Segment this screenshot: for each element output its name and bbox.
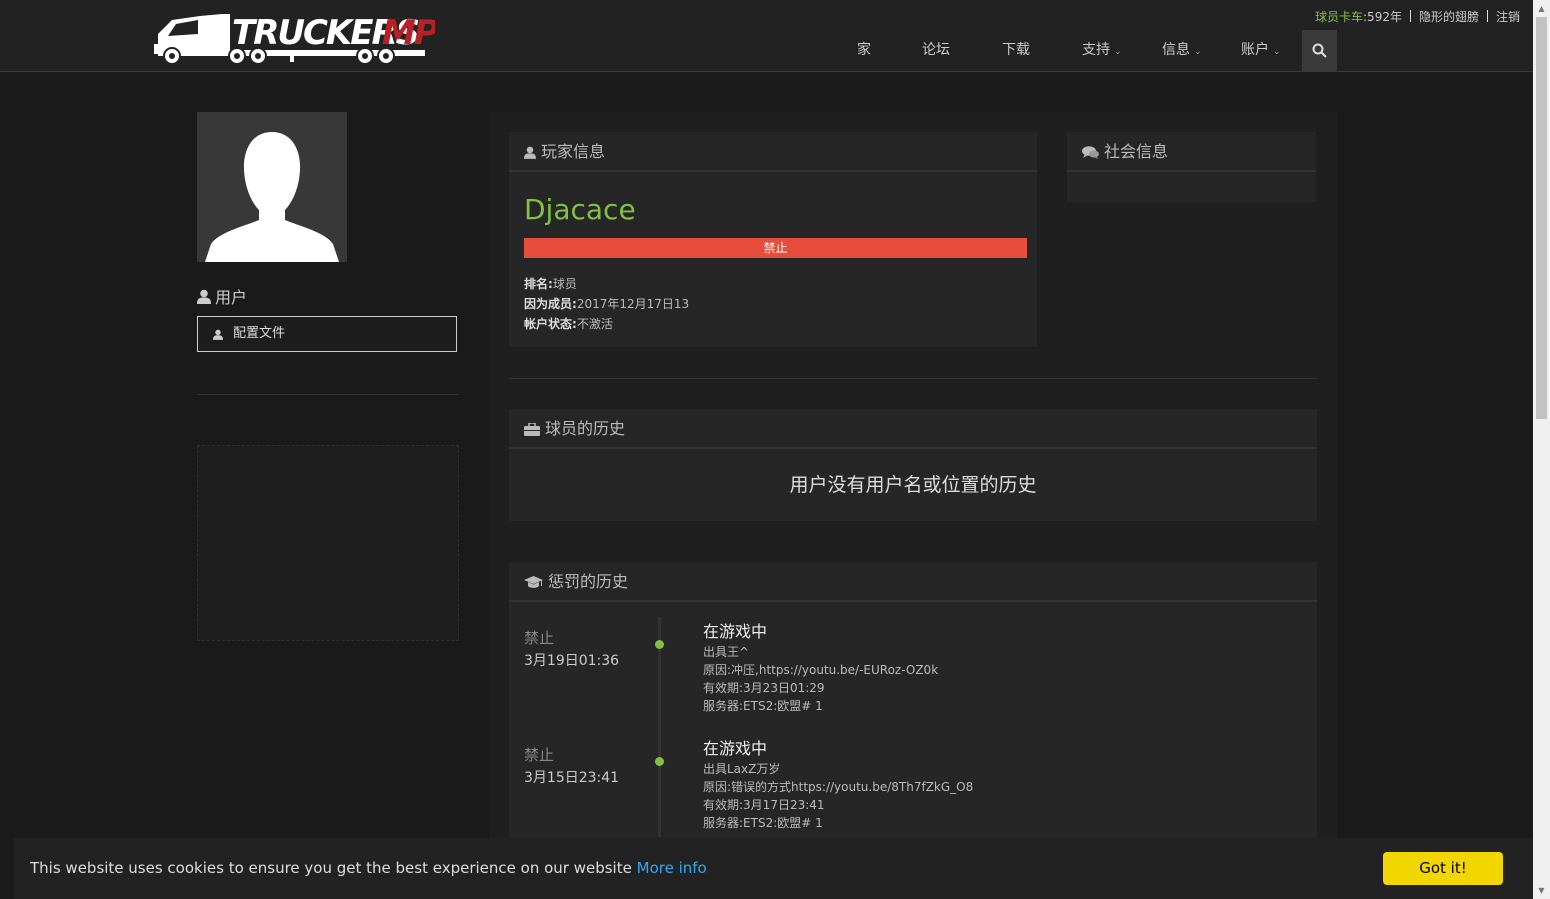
punishment-server: 服务器:ETS2:欧盟# 1 [703, 816, 823, 830]
punishment-history-heading: 惩罚的历史 [509, 562, 1317, 602]
divider [1409, 10, 1411, 22]
chevron-down-icon: ⌄ [1273, 47, 1281, 57]
punishment-reason: 原因:冲压,https://youtu.be/-EURoz-OZ0k [703, 663, 939, 677]
cookie-message-text: This website uses cookies to ensure you … [30, 859, 632, 877]
punishment-history-heading-text: 惩罚的历史 [548, 572, 629, 591]
user-icon [197, 289, 211, 304]
nav-download-label: 下载 [1002, 42, 1030, 58]
punishment-title: 在游戏中 [703, 622, 768, 641]
member-since-value: 2017年12月17日13 [576, 297, 690, 311]
username-link[interactable]: 隐形的翅膀 [1419, 10, 1479, 24]
punishment-server: 服务器:ETS2:欧盟# 1 [703, 699, 823, 713]
nav-home-label: 家 [857, 42, 871, 58]
punishment-reason: 原因:错误的方式https://youtu.be/8Th7fZkG_O8 [703, 780, 974, 794]
status-badge: 禁止 [524, 238, 1027, 258]
nav-info-label: 信息 [1162, 42, 1190, 58]
user-icon [524, 146, 536, 159]
top-links: 球员卡车:592年 隐形的翅膀 注销 [1315, 8, 1520, 25]
social-info-panel: 社会信息 [1067, 132, 1316, 202]
logout-link[interactable]: 注销 [1496, 10, 1520, 24]
player-name: Djacace [524, 193, 636, 226]
member-since-label: 因为成员: [524, 297, 577, 311]
rank-value: 球员 [552, 277, 577, 291]
search-icon [1312, 43, 1327, 58]
user-icon [213, 329, 223, 340]
sidebar-user-heading-text: 用户 [215, 288, 248, 307]
nav-support-label: 支持 [1082, 42, 1110, 58]
nav-forum[interactable]: 论坛 [922, 38, 950, 62]
member-since-row: 因为成员:2017年12月17日13 [524, 295, 689, 312]
punishment-title: 在游戏中 [703, 739, 768, 758]
timeline-dot [655, 640, 664, 649]
scroll-up-arrow[interactable]: ▲ [1533, 0, 1550, 17]
divider [1486, 10, 1488, 22]
divider [509, 378, 1317, 379]
player-history-empty-message: 用户没有用户名或位置的历史 [789, 474, 1037, 496]
profile-button-label: 配置文件 [233, 326, 286, 341]
rank-row: 排名:球员 [524, 275, 577, 292]
player-info-heading-text: 玩家信息 [541, 142, 606, 161]
player-history-panel: 球员的历史 [509, 409, 1317, 521]
punishment-date: 3月19日01:36 [524, 653, 620, 669]
social-info-heading-text: 社会信息 [1104, 142, 1169, 161]
account-status-label: 帐户状态: [524, 317, 577, 331]
accept-cookies-button[interactable]: Got it! [1383, 852, 1503, 885]
rank-label: 排名: [524, 277, 553, 291]
social-info-heading: 社会信息 [1067, 132, 1316, 172]
player-history-heading: 球员的历史 [509, 409, 1317, 449]
comments-icon [1082, 146, 1099, 159]
chevron-down-icon: ⌄ [1194, 47, 1202, 57]
punishment-date: 3月15日23:41 [524, 770, 620, 786]
nav-home[interactable]: 家 [857, 38, 871, 62]
sidebar-user-heading: 用户 [197, 284, 247, 308]
divider [197, 394, 459, 395]
players-online-count: :592年 [1363, 10, 1402, 24]
cookie-message: This website uses cookies to ensure you … [30, 859, 707, 877]
player-info-heading: 玩家信息 [509, 132, 1037, 172]
svg-text:MP: MP [382, 13, 435, 53]
punishment-expires: 有效期:3月17日23:41 [703, 798, 825, 812]
account-status-row: 帐户状态:不激活 [524, 315, 613, 332]
truckersmp-logo[interactable]: TRUCKERS MP [150, 4, 441, 66]
more-info-link[interactable]: More info [637, 859, 707, 877]
punishment-type: 禁止 [524, 746, 555, 764]
players-online-label[interactable]: 球员卡车 [1315, 10, 1363, 24]
graduation-cap-icon [524, 576, 543, 588]
timeline-line [658, 617, 661, 837]
scroll-down-arrow[interactable]: ▼ [1533, 882, 1550, 899]
punishment-issued-by: 出具LaxZ万岁 [703, 762, 781, 776]
avatar [197, 112, 347, 262]
punishment-issued-by: 出具王^ [703, 645, 750, 659]
default-user-silhouette-icon [205, 132, 339, 262]
scrollbar-thumb[interactable] [1536, 17, 1547, 419]
timeline-dot [655, 757, 664, 766]
nav-download[interactable]: 下载 [1002, 38, 1030, 62]
search-button[interactable] [1302, 30, 1337, 71]
ad-placeholder [197, 445, 459, 641]
player-history-heading-text: 球员的历史 [545, 419, 626, 438]
punishment-expires: 有效期:3月23日01:29 [703, 681, 825, 695]
truck-logo-icon: TRUCKERS MP [154, 13, 441, 65]
chevron-down-icon: ⌄ [1114, 47, 1122, 57]
account-status-value: 不激活 [576, 317, 613, 331]
profile-button[interactable]: 配置文件 [197, 316, 457, 352]
nav-info[interactable]: 信息 ⌄ [1162, 38, 1202, 62]
nav-support[interactable]: 支持 ⌄ [1082, 38, 1122, 62]
nav-forum-label: 论坛 [922, 42, 950, 58]
briefcase-icon [524, 422, 540, 436]
nav-account-label: 账户 [1241, 42, 1269, 58]
punishment-type: 禁止 [524, 629, 555, 647]
nav-account[interactable]: 账户 ⌄ [1241, 38, 1281, 62]
